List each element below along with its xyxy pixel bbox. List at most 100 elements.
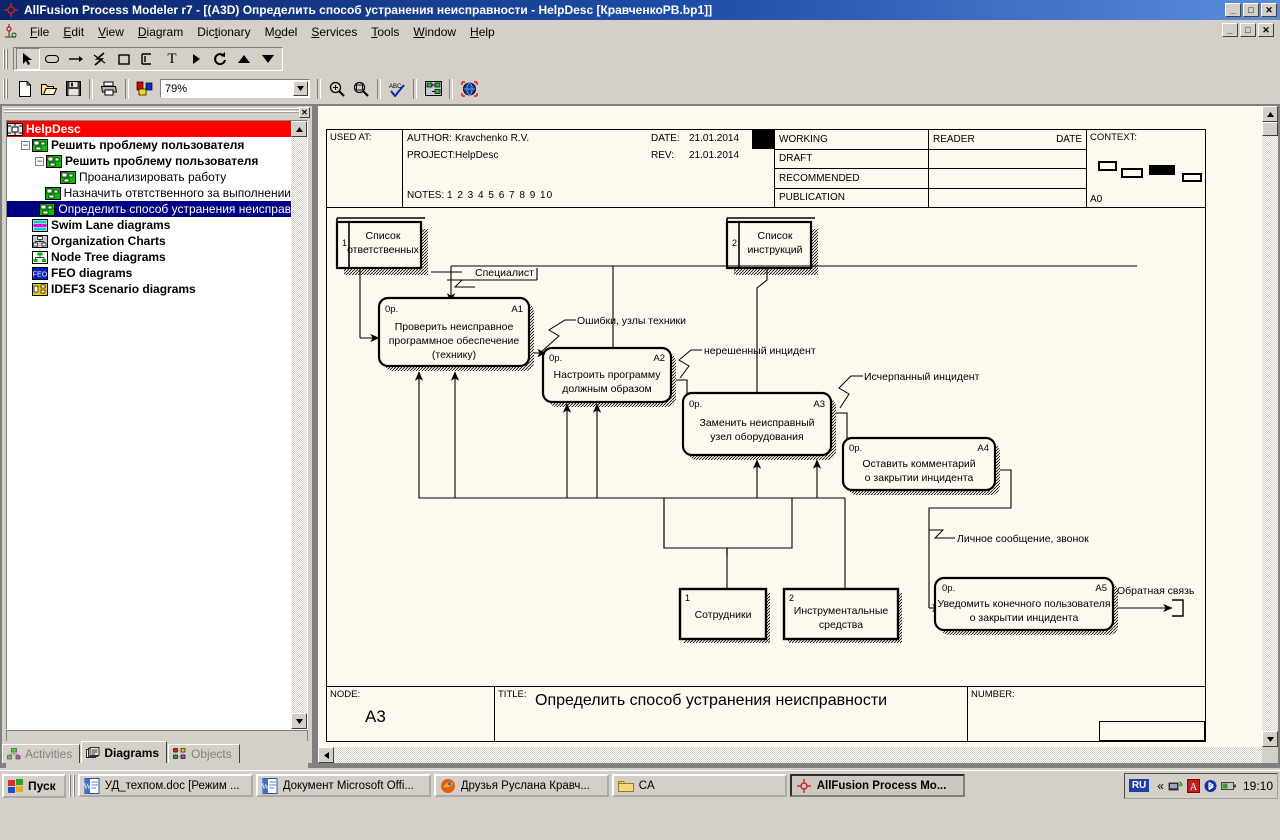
doc-horizontal-scroll-track[interactable] xyxy=(334,747,1262,763)
rotate-tool-icon[interactable] xyxy=(208,48,232,70)
explorer-drag-handle[interactable] xyxy=(4,108,299,116)
model-tree[interactable]: HelpDesc − Решить проблему пользователя − Ре… xyxy=(6,120,308,730)
menu-file[interactable]: File xyxy=(23,23,56,41)
menu-view[interactable]: View xyxy=(91,23,131,41)
close-button[interactable]: ✕ xyxy=(1261,3,1277,17)
menu-services[interactable]: Services xyxy=(304,23,364,41)
activity-icon xyxy=(44,186,61,200)
open-folder-icon[interactable] xyxy=(37,78,61,100)
tree-item-label: Node Tree diagrams xyxy=(51,250,166,264)
tree-item-7[interactable]: Organization Charts xyxy=(7,233,291,249)
activity-box-tool-icon[interactable] xyxy=(40,48,64,70)
explorer-tab-diagrams[interactable]: Diagrams xyxy=(81,741,168,763)
tree-expander[interactable]: − xyxy=(21,140,30,150)
idef0-diagram-body[interactable]: 1 Список ответственных 2 Список инструкц… xyxy=(327,208,1205,686)
tree-item-1[interactable]: − Решить проблему пользователя xyxy=(7,137,291,153)
allfusion-icon xyxy=(796,778,812,794)
mdi-minimize-button[interactable]: _ xyxy=(1222,23,1238,37)
zoom-dropdown-arrow-icon[interactable] xyxy=(293,81,308,96)
restore-button[interactable]: □ xyxy=(1243,3,1259,17)
menu-diagram[interactable]: Diagram xyxy=(131,23,190,41)
taskbar-item-2[interactable]: Друзья Руслана Кравч... xyxy=(433,774,609,797)
acrobat-icon[interactable]: A xyxy=(1186,778,1200,793)
printer-icon[interactable] xyxy=(97,78,121,100)
doc-vertical-scroll-track[interactable] xyxy=(1262,136,1278,731)
status-row-publication[interactable]: PUBLICATION xyxy=(775,189,928,208)
scroll-down-button[interactable] xyxy=(291,713,307,729)
taskbar-grip[interactable] xyxy=(68,774,75,797)
minimize-glyph: _ xyxy=(1230,5,1236,15)
document-horizontal-scrollbar[interactable] xyxy=(318,747,1262,763)
tree-item-2[interactable]: − Решить проблему пользователя xyxy=(7,153,291,169)
publish-web-icon[interactable] xyxy=(457,78,481,100)
explorer-tab-objects[interactable]: Objects xyxy=(168,744,240,763)
doc-scroll-left-button[interactable] xyxy=(318,747,334,763)
standard-toolbar-grip[interactable] xyxy=(3,78,10,99)
toolbar-grip[interactable] xyxy=(3,49,10,69)
up-tool-icon[interactable] xyxy=(232,48,256,70)
taskbar-item-0[interactable]: W УД_техпом.doc [Режим ... xyxy=(77,774,253,797)
fit-window-icon[interactable] xyxy=(349,78,373,100)
explorer-close-button[interactable]: ✕ xyxy=(299,106,310,118)
zoom-in-icon[interactable] xyxy=(325,78,349,100)
doc-scroll-down-button[interactable] xyxy=(1262,731,1278,747)
new-file-icon[interactable] xyxy=(13,78,37,100)
doc-vertical-scroll-thumb[interactable] xyxy=(1262,122,1278,136)
taskbar-clock[interactable]: 19:10 xyxy=(1243,779,1273,793)
diagram-canvas[interactable]: USED AT: AUTHOR: Kravchenko R.V. DATE: 2… xyxy=(318,106,1262,747)
menu-bar: File Edit View Diagram Dictionary Model … xyxy=(0,20,1280,44)
mdi-restore-button[interactable]: □ xyxy=(1240,23,1256,37)
tree-item-4[interactable]: Назначить отвтственного за выполнении xyxy=(7,185,291,201)
menu-dictionary[interactable]: Dictionary xyxy=(190,23,257,41)
tray-expand-icon[interactable]: « xyxy=(1157,779,1164,793)
squiggle-tool-icon[interactable] xyxy=(88,48,112,70)
zoom-combo[interactable]: 79% xyxy=(160,79,310,98)
scroll-up-button[interactable] xyxy=(291,121,307,137)
colors-icon[interactable] xyxy=(133,78,157,100)
tree-expander[interactable]: − xyxy=(35,156,44,166)
start-button[interactable]: Пуск xyxy=(2,773,66,798)
tree-item-8[interactable]: Node Tree diagrams xyxy=(7,249,291,265)
menu-model[interactable]: Model xyxy=(258,23,305,41)
minimize-button[interactable]: _ xyxy=(1225,3,1241,17)
menu-tools[interactable]: Tools xyxy=(364,23,406,41)
status-row-recommended[interactable]: RECOMMENDED xyxy=(775,169,928,189)
down-tool-icon[interactable] xyxy=(256,48,280,70)
context-cell: CONTEXT: A0 xyxy=(1087,130,1205,207)
status-row-draft[interactable]: DRAFT xyxy=(775,150,928,169)
status-marker-block xyxy=(752,130,774,149)
menu-help[interactable]: Help xyxy=(463,23,502,41)
tree-item-9[interactable]: FEO FEO diagrams xyxy=(7,265,291,281)
explorer-vertical-scrollbar[interactable] xyxy=(291,121,307,729)
tree-item-0[interactable]: HelpDesc xyxy=(7,121,291,137)
doc-scroll-up-button[interactable] xyxy=(1262,106,1278,122)
text-tool-icon[interactable]: T xyxy=(160,48,184,70)
tree-item-label: Определить способ устранения неисправ xyxy=(58,202,291,216)
taskbar-item-1[interactable]: W Документ Microsoft Offi... xyxy=(255,774,431,797)
taskbar-item-3[interactable]: CA xyxy=(611,774,787,797)
battery-icon[interactable] xyxy=(1220,780,1237,792)
bluetooth-icon[interactable] xyxy=(1204,779,1217,793)
tree-item-5[interactable]: Определить способ устранения неисправ xyxy=(7,201,291,217)
save-disk-icon[interactable] xyxy=(61,78,85,100)
menu-edit[interactable]: Edit xyxy=(56,23,91,41)
tree-item-6[interactable]: Swim Lane diagrams xyxy=(7,217,291,233)
tree-item-3[interactable]: Проанализировать работу xyxy=(7,169,291,185)
taskbar-item-4[interactable]: AllFusion Process Mo... xyxy=(789,774,965,797)
explorer-tab-activities[interactable]: Activities xyxy=(2,744,81,763)
text-box-tool-icon[interactable] xyxy=(112,48,136,70)
document-vertical-scrollbar[interactable] xyxy=(1262,106,1278,747)
status-row-working[interactable]: WORKING xyxy=(775,130,928,150)
tunnel-tool-icon[interactable] xyxy=(184,48,208,70)
language-indicator[interactable]: RU xyxy=(1128,779,1150,792)
explorer-scroll-track[interactable] xyxy=(291,137,307,713)
spell-check-icon[interactable]: ABC xyxy=(385,78,409,100)
tree-item-10[interactable]: IDEF3 Scenario diagrams xyxy=(7,281,291,297)
report-icon[interactable] xyxy=(421,78,445,100)
offpage-ref-tool-icon[interactable] xyxy=(136,48,160,70)
mdi-close-button[interactable]: ✕ xyxy=(1258,23,1274,37)
network-icon[interactable] xyxy=(1168,779,1183,793)
menu-window[interactable]: Window xyxy=(406,23,463,41)
pointer-tool-icon[interactable] xyxy=(16,48,40,70)
arrow-tool-icon[interactable] xyxy=(64,48,88,70)
